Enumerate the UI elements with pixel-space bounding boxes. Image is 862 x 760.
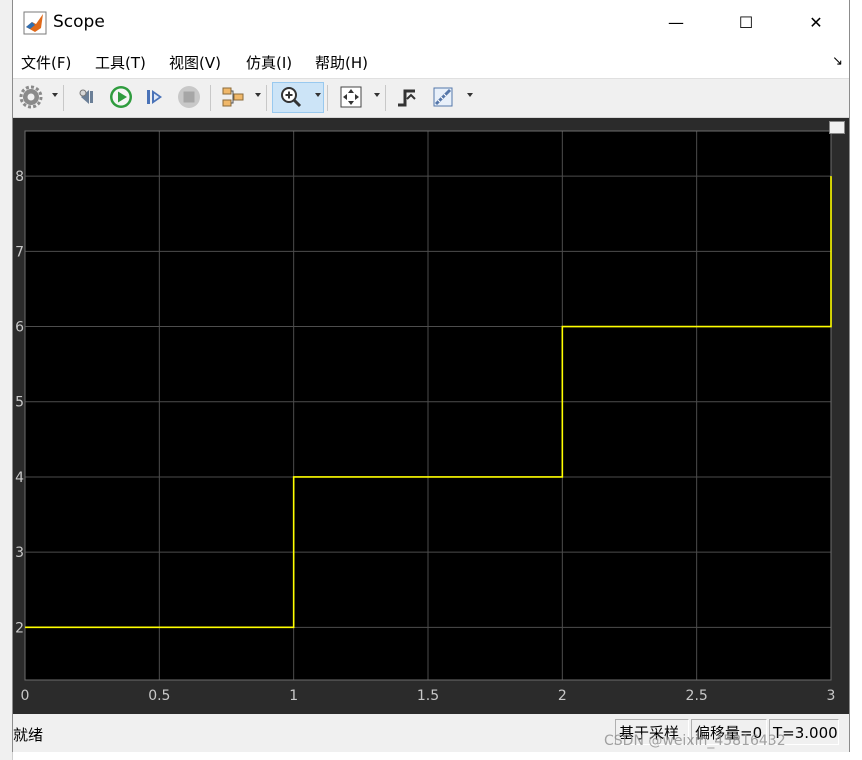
toolbar-separator bbox=[266, 85, 267, 111]
toolbar bbox=[13, 79, 849, 118]
y-tick-label: 4 bbox=[15, 470, 24, 486]
y-tick-label: 2 bbox=[15, 620, 24, 636]
menu-simulation[interactable]: 仿真(I) bbox=[246, 52, 292, 73]
x-tick-label: 1.5 bbox=[417, 688, 439, 704]
gear-icon[interactable] bbox=[19, 85, 43, 109]
matlab-logo-icon bbox=[23, 11, 47, 35]
title-bar[interactable]: Scope — ☐ ✕ bbox=[13, 0, 849, 46]
scope-plot-area: 0 0.5 1 1.5 2 2.5 3 2 3 4 5 6 7 8 bbox=[13, 118, 849, 714]
gear-dropdown-icon[interactable] bbox=[52, 93, 58, 97]
measurements-dropdown-icon[interactable] bbox=[467, 93, 473, 97]
x-tick-label: 2 bbox=[558, 688, 567, 704]
menu-overflow-icon[interactable]: ↘ bbox=[832, 54, 843, 69]
y-tick-label: 3 bbox=[15, 545, 24, 561]
measurements-icon[interactable] bbox=[431, 85, 455, 109]
x-tick-label: 0 bbox=[21, 688, 30, 704]
signal-select-icon[interactable] bbox=[221, 85, 245, 109]
watermark: CSDN @weixin_45816432 bbox=[604, 733, 786, 749]
x-tick-label: 1 bbox=[289, 688, 298, 704]
undock-icon[interactable] bbox=[829, 121, 845, 134]
toolbar-separator bbox=[210, 85, 211, 111]
stop-icon[interactable] bbox=[177, 85, 201, 109]
fit-axes-dropdown-icon[interactable] bbox=[374, 93, 380, 97]
menu-view[interactable]: 视图(V) bbox=[169, 52, 221, 73]
maximize-button[interactable]: ☐ bbox=[723, 8, 769, 38]
toolbar-separator bbox=[63, 85, 64, 111]
menu-bar: 文件(F) 工具(T) 视图(V) 仿真(I) 帮助(H) ↘ bbox=[13, 46, 849, 79]
menu-file[interactable]: 文件(F) bbox=[21, 52, 71, 73]
triggers-icon[interactable] bbox=[395, 85, 419, 109]
y-tick-label: 5 bbox=[15, 395, 24, 411]
zoom-in-icon[interactable] bbox=[279, 85, 303, 109]
close-button[interactable]: ✕ bbox=[793, 8, 839, 38]
y-tick-label: 8 bbox=[15, 169, 24, 185]
run-icon[interactable] bbox=[109, 85, 133, 109]
toolbar-separator bbox=[327, 85, 328, 111]
fit-axes-icon[interactable] bbox=[339, 85, 363, 109]
zoom-dropdown-icon[interactable] bbox=[315, 93, 321, 97]
step-forward-icon[interactable] bbox=[143, 85, 167, 109]
x-tick-label: 3 bbox=[827, 688, 836, 704]
x-tick-label: 0.5 bbox=[148, 688, 170, 704]
minimize-button[interactable]: — bbox=[653, 8, 699, 38]
y-tick-label: 7 bbox=[15, 244, 24, 260]
window-title: Scope bbox=[53, 12, 105, 32]
y-tick-label: 6 bbox=[15, 320, 24, 336]
signal-select-dropdown-icon[interactable] bbox=[255, 93, 261, 97]
scope-axes[interactable]: 0 0.5 1 1.5 2 2.5 3 2 3 4 5 6 7 8 bbox=[13, 118, 849, 714]
menu-tools[interactable]: 工具(T) bbox=[95, 52, 146, 73]
menu-help[interactable]: 帮助(H) bbox=[315, 52, 368, 73]
scope-window: Scope — ☐ ✕ 文件(F) 工具(T) 视图(V) 仿真(I) 帮助(H… bbox=[12, 0, 850, 752]
status-text: 就绪 bbox=[13, 726, 44, 744]
toolbar-separator bbox=[385, 85, 386, 111]
x-tick-label: 2.5 bbox=[686, 688, 708, 704]
step-back-icon[interactable] bbox=[75, 85, 99, 109]
